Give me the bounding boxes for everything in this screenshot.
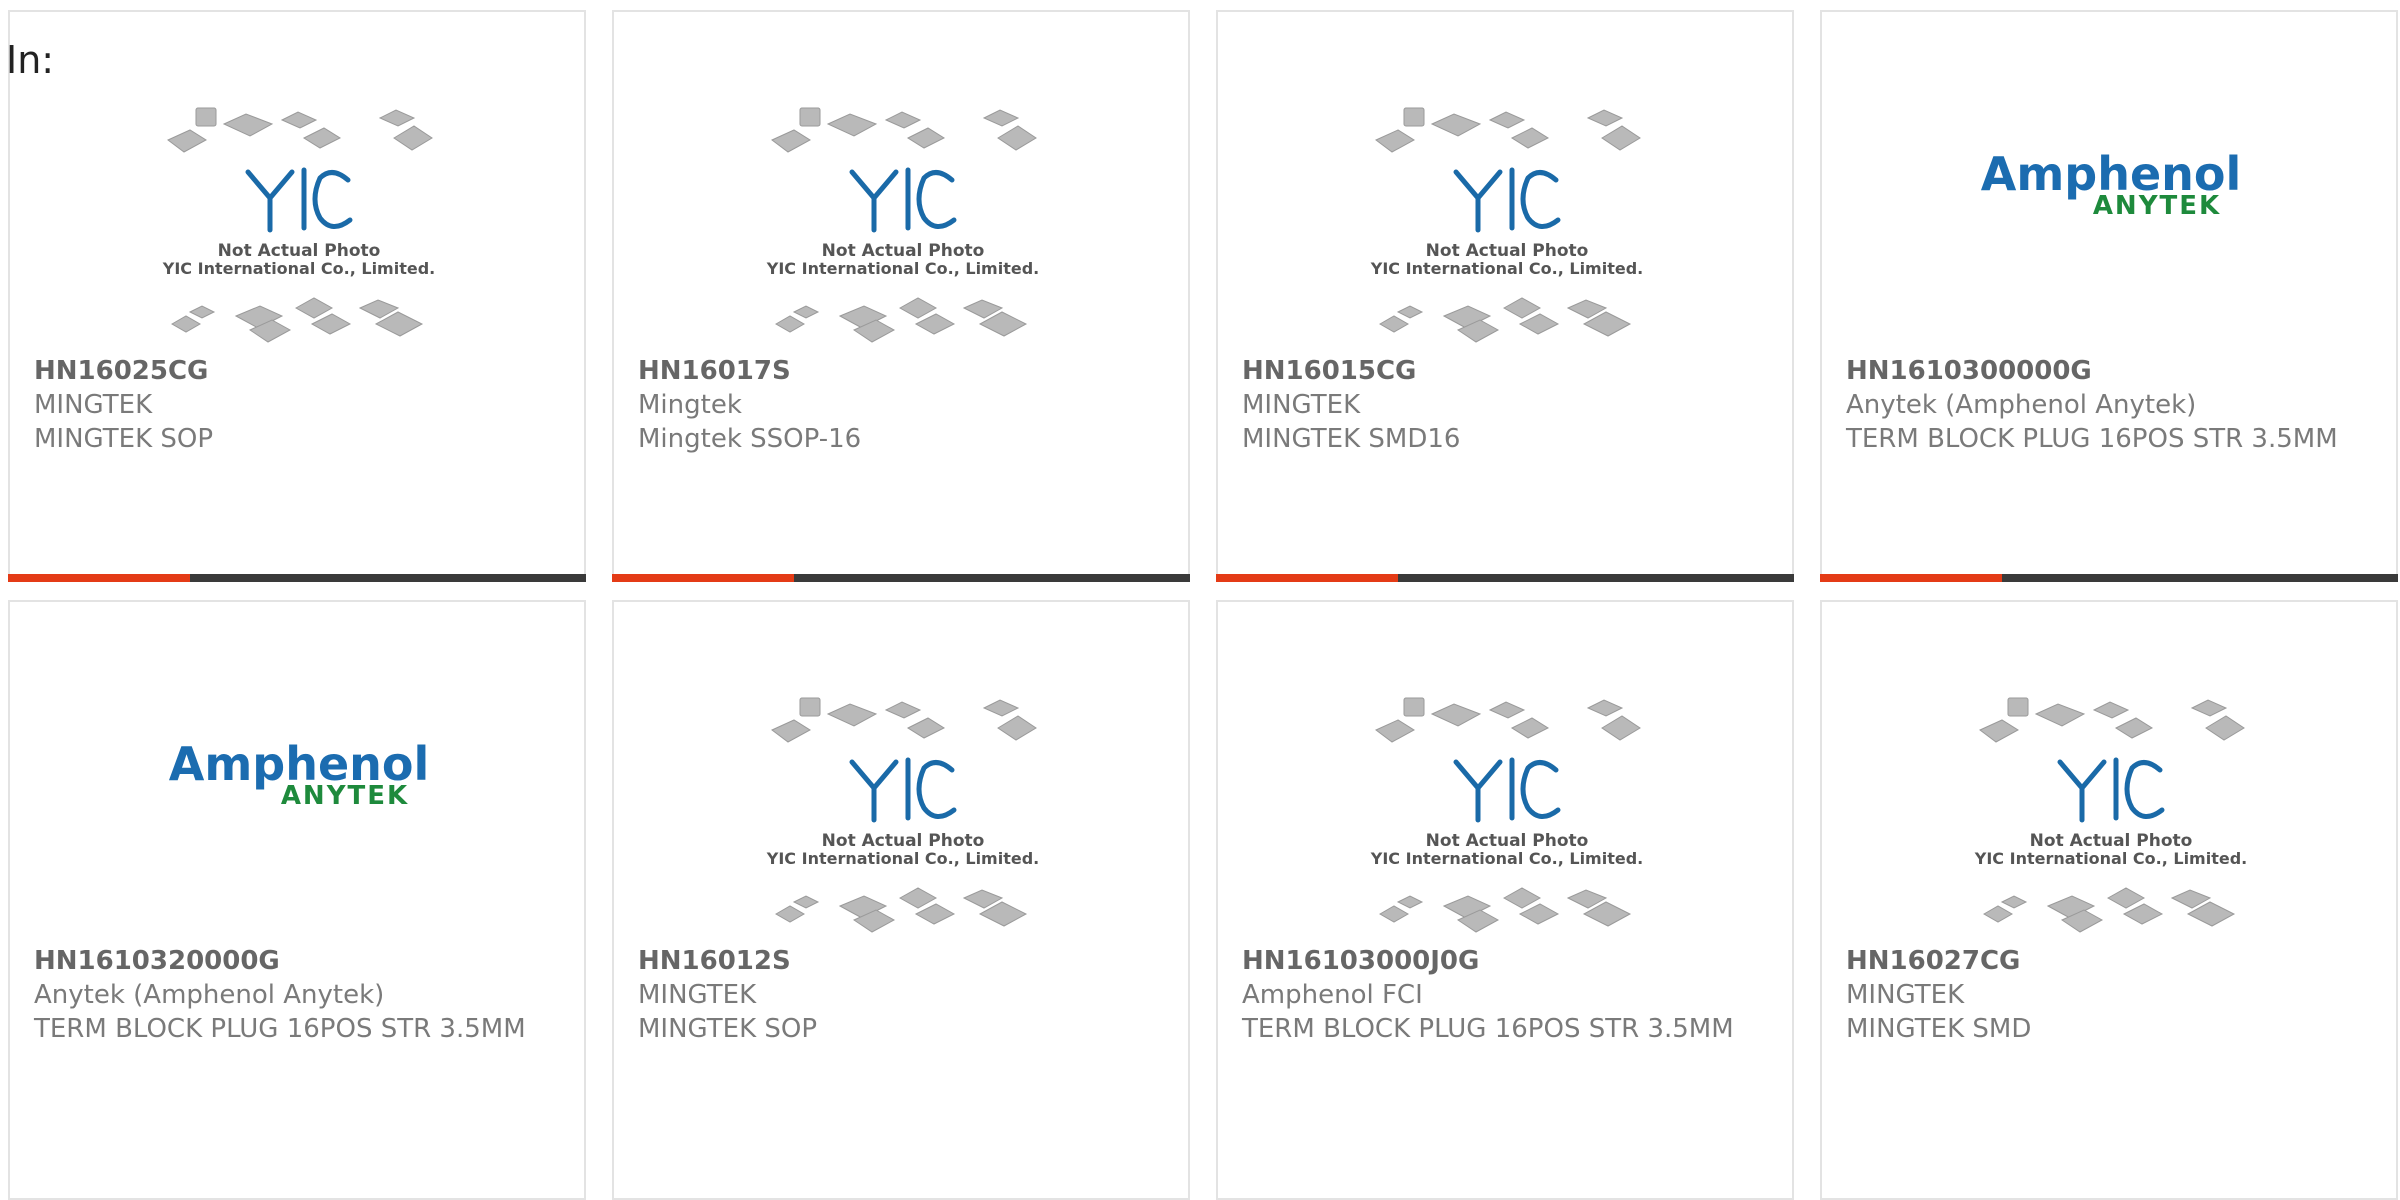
part-number-link[interactable]: HN16015CG: [1242, 354, 1772, 388]
placeholder-line2: YIC International Co., Limited.: [162, 259, 435, 278]
part-number-link[interactable]: HN16012S: [638, 944, 1168, 978]
product-card[interactable]: Not Actual Photo YIC International Co., …: [612, 600, 1190, 1200]
placeholder-line2: YIC International Co., Limited.: [1974, 849, 2247, 868]
card-bottom-bar: [612, 574, 1190, 582]
card-accent-bar: [1820, 574, 2002, 582]
placeholder-line2: YIC International Co., Limited.: [766, 849, 1039, 868]
description: TERM BLOCK PLUG 16POS STR 3.5MM: [1242, 1014, 1734, 1044]
yic-placeholder-image[interactable]: Not Actual Photo YIC International Co., …: [1822, 602, 2396, 952]
product-card[interactable]: Not Actual Photo YIC International Co., …: [1216, 600, 1794, 1200]
yic-placeholder-image[interactable]: Not Actual Photo YIC International Co., …: [614, 12, 1188, 362]
product-card[interactable]: Amphenol ANYTEK HN1610320000G Anytek (Amp…: [8, 600, 586, 1200]
description: MINGTEK SMD16: [1242, 424, 1461, 454]
card-bottom-bar: [1216, 574, 1794, 582]
amphenol-anytek-logo[interactable]: Amphenol ANYTEK: [1822, 12, 2396, 362]
part-number-link[interactable]: HN16027CG: [1846, 944, 2376, 978]
manufacturer: MINGTEK: [1242, 390, 1361, 420]
yic-placeholder-image[interactable]: Not Actual Photo YIC International Co., …: [1218, 12, 1792, 362]
placeholder-line1: Not Actual Photo: [822, 241, 985, 261]
product-info: HN16027CG MINGTEK MINGTEK SMD: [1846, 944, 2376, 1046]
description: TERM BLOCK PLUG 16POS STR 3.5MM: [1846, 424, 2338, 454]
card-bottom-bar: [1820, 574, 2398, 582]
manufacturer: Anytek (Amphenol Anytek): [1846, 390, 2197, 420]
placeholder-line1: Not Actual Photo: [1426, 241, 1589, 261]
in-label: In:: [6, 38, 55, 82]
card-accent-bar: [612, 574, 794, 582]
description: MINGTEK SOP: [34, 424, 214, 454]
placeholder-line2: YIC International Co., Limited.: [1370, 849, 1643, 868]
manufacturer: MINGTEK: [638, 980, 757, 1010]
card-accent-bar: [1216, 574, 1398, 582]
product-card[interactable]: Not Actual Photo YIC International Co., …: [1820, 600, 2398, 1200]
manufacturer: Mingtek: [638, 390, 742, 420]
product-info: HN1610300000G Anytek (Amphenol Anytek) TER…: [1846, 354, 2376, 456]
product-info: HN16017S Mingtek Mingtek SSOP-16: [638, 354, 1168, 456]
product-info: HN16015CG MINGTEK MINGTEK SMD16: [1242, 354, 1772, 456]
product-card[interactable]: Not Actual Photo YIC International Co., …: [1216, 10, 1794, 582]
card-accent-bar: [8, 574, 190, 582]
card-bottom-bar: [8, 574, 586, 582]
description: MINGTEK SMD: [1846, 1014, 2032, 1044]
yic-placeholder-image[interactable]: Not Actual Photo YIC International Co., …: [10, 12, 584, 362]
manufacturer: Anytek (Amphenol Anytek): [34, 980, 385, 1010]
placeholder-line2: YIC International Co., Limited.: [766, 259, 1039, 278]
description: TERM BLOCK PLUG 16POS STR 3.5MM: [34, 1014, 526, 1044]
product-card[interactable]: Amphenol ANYTEK HN1610300000G Anytek (Amp…: [1820, 10, 2398, 582]
product-card[interactable]: Not Actual Photo YIC International Co., …: [8, 10, 586, 582]
anytek-wordmark: ANYTEK: [2093, 191, 2221, 221]
anytek-wordmark: ANYTEK: [281, 781, 409, 811]
placeholder-line2: YIC International Co., Limited.: [1370, 259, 1643, 278]
product-info: HN16025CG MINGTEK MINGTEK SOP: [34, 354, 564, 456]
description: MINGTEK SOP: [638, 1014, 818, 1044]
product-card[interactable]: Not Actual Photo YIC International Co., …: [612, 10, 1190, 582]
placeholder-line1: Not Actual Photo: [218, 241, 381, 261]
part-number-link[interactable]: HN16017S: [638, 354, 1168, 388]
yic-placeholder-image[interactable]: Not Actual Photo YIC International Co., …: [614, 602, 1188, 952]
part-number-link[interactable]: HN1610300000G: [1846, 354, 2376, 388]
part-number-link[interactable]: HN16025CG: [34, 354, 564, 388]
amphenol-anytek-logo[interactable]: Amphenol ANYTEK: [10, 602, 584, 952]
yic-placeholder-image[interactable]: Not Actual Photo YIC International Co., …: [1218, 602, 1792, 952]
manufacturer: MINGTEK: [1846, 980, 1965, 1010]
product-info: HN1610320000G Anytek (Amphenol Anytek) TER…: [34, 944, 564, 1046]
manufacturer: Amphenol FCI: [1242, 980, 1423, 1010]
placeholder-line1: Not Actual Photo: [822, 831, 985, 851]
description: Mingtek SSOP-16: [638, 424, 862, 454]
part-number-link[interactable]: HN1610320000G: [34, 944, 564, 978]
product-info: HN16012S MINGTEK MINGTEK SOP: [638, 944, 1168, 1046]
manufacturer: MINGTEK: [34, 390, 153, 420]
part-number-link[interactable]: HN16103000J0G: [1242, 944, 1772, 978]
product-info: HN16103000J0G Amphenol FCI TERM BLOCK PLUG…: [1242, 944, 1772, 1046]
placeholder-line1: Not Actual Photo: [2030, 831, 2193, 851]
placeholder-line1: Not Actual Photo: [1426, 831, 1589, 851]
